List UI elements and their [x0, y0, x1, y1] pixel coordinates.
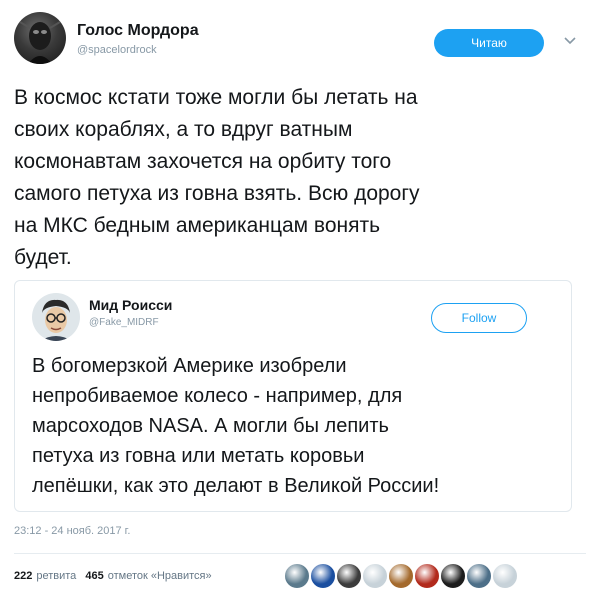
- follow-button[interactable]: Follow: [431, 303, 527, 333]
- quoted-tweet-text: В богомерзкой Америке изобрели непробива…: [32, 351, 562, 501]
- quoted-avatar-image: [32, 293, 80, 341]
- retweets-stat[interactable]: 222 ретвита: [14, 570, 76, 582]
- quoted-tweet-card[interactable]: Мид Роисси @Fake_MIDRF Follow В богомерз…: [14, 280, 572, 512]
- tweet-text: В космос кстати тоже могли бы летать на …: [14, 82, 574, 274]
- author-name[interactable]: Голос Мордора: [77, 22, 199, 40]
- divider: [14, 553, 586, 554]
- liker-avatar[interactable]: [336, 563, 362, 589]
- quoted-text-line: петуха из говна или метать коровьи: [32, 445, 365, 467]
- liker-avatar[interactable]: [284, 563, 310, 589]
- tweet-text-line: на МКС бедным американцам вонять: [14, 214, 381, 237]
- quoted-text-line: В богомерзкой Америке изобрели: [32, 355, 347, 377]
- tweet-text-line: космонавтам захочется на орбиту того: [14, 150, 392, 173]
- quoted-text-line: непробиваемое колесо - например, для: [32, 385, 403, 407]
- retweets-label: ретвита: [36, 570, 77, 582]
- liker-avatar[interactable]: [310, 563, 336, 589]
- retweets-count: 222: [14, 570, 33, 582]
- liker-avatar[interactable]: [414, 563, 440, 589]
- tweet-text-line: самого петуха из говна взять. Всю дорогу: [14, 182, 420, 205]
- author-handle[interactable]: @spacelordrock: [77, 44, 157, 56]
- liker-avatar[interactable]: [388, 563, 414, 589]
- likes-count: 465: [85, 570, 104, 582]
- liker-avatar[interactable]: [362, 563, 388, 589]
- quoted-text-line: марсоходов NASA. А могли бы лепить: [32, 415, 389, 437]
- tweet-text-line: будет.: [14, 246, 72, 269]
- quoted-author-name[interactable]: Мид Роисси: [89, 297, 172, 313]
- liker-avatar[interactable]: [466, 563, 492, 589]
- liker-avatar[interactable]: [492, 563, 518, 589]
- tweet-text-line: своих кораблях, а то вдруг ватным: [14, 118, 353, 141]
- likes-label: отметок «Нравится»: [107, 570, 212, 582]
- avatar-image: [19, 21, 61, 64]
- tweet-stats: 222 ретвита 465 отметок «Нравится»: [14, 570, 218, 582]
- quoted-avatar[interactable]: [32, 293, 80, 341]
- tweet-text-line: В космос кстати тоже могли бы летать на: [14, 86, 418, 109]
- chevron-down-icon[interactable]: [562, 32, 578, 48]
- tweet-header: Голос Мордора @spacelordrock Читаю: [14, 12, 586, 66]
- likes-stat[interactable]: 465 отметок «Нравится»: [85, 570, 211, 582]
- following-button[interactable]: Читаю: [434, 29, 544, 57]
- avatar[interactable]: [14, 12, 66, 64]
- quoted-text-line: лепёшки, как это делают в Великой России…: [32, 475, 440, 497]
- tweet-timestamp[interactable]: 23:12 - 24 нояб. 2017 г.: [14, 525, 130, 537]
- liker-avatar[interactable]: [440, 563, 466, 589]
- quoted-author-handle[interactable]: @Fake_MIDRF: [89, 317, 159, 328]
